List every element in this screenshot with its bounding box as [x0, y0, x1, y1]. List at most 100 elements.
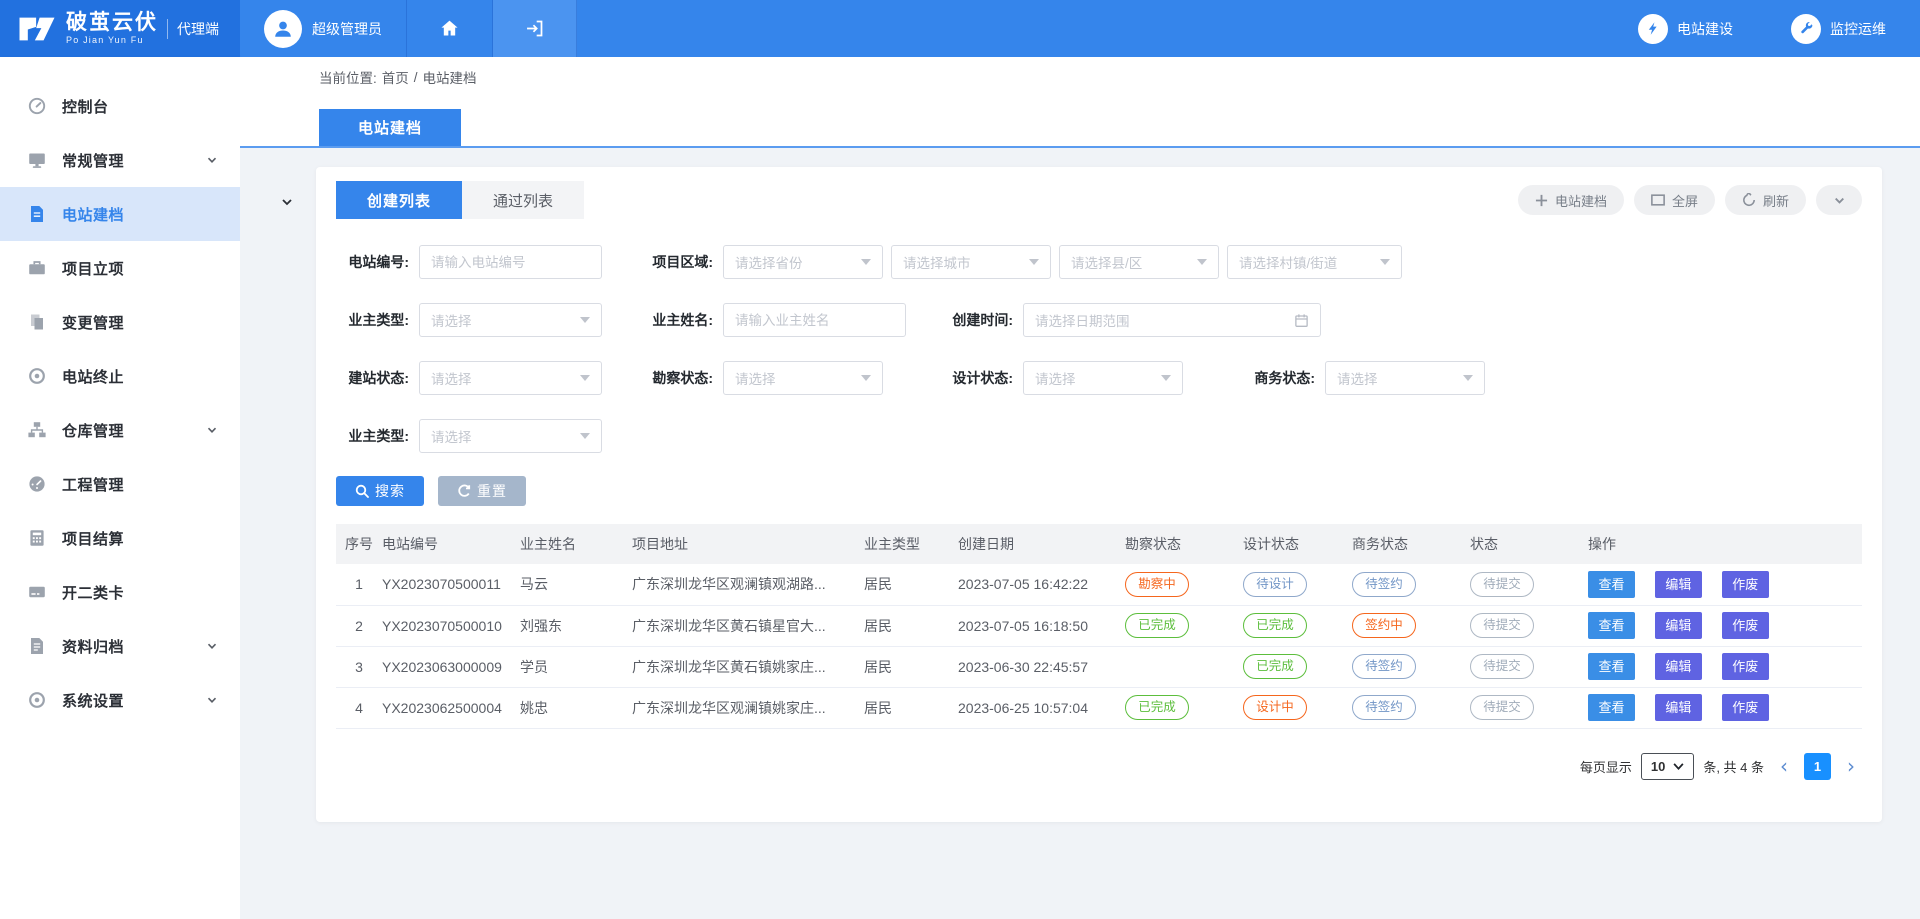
station-table: 序号 电站编号 业主姓名 项目地址 业主类型 创建日期 勘察状态 设计状态 商务… — [336, 524, 1862, 729]
sidebar-item-change-mgmt[interactable]: 变更管理 — [0, 295, 240, 349]
brand-subtitle: Po Jian Yun Fu — [66, 36, 158, 45]
design-status-select[interactable]: 请选择 — [1023, 361, 1183, 395]
prev-page-icon[interactable]: ‹ — [1773, 756, 1795, 776]
sidebar-item-console[interactable]: 控制台 — [0, 79, 240, 133]
sidebar: 控制台 常规管理 电站建档 项目立项 — [0, 57, 240, 919]
sidebar-item-station-archive[interactable]: 电站建档 — [0, 187, 240, 241]
build-status-select[interactable]: 请选择 — [419, 361, 602, 395]
station-code-label: 电站编号: — [336, 252, 409, 272]
tab-passed-list[interactable]: 通过列表 — [462, 181, 584, 219]
topbar: 破茧云伏 Po Jian Yun Fu 代理端 超级管理员 — [0, 0, 1920, 57]
logout-icon — [524, 18, 545, 39]
select-caret-icon — [861, 259, 871, 265]
station-code-input[interactable] — [419, 245, 602, 279]
select-caret-icon — [580, 433, 590, 439]
survey-status-badge: 勘察中 — [1125, 572, 1189, 597]
sidebar-item-station-terminate[interactable]: 电站终止 — [0, 349, 240, 403]
date-range-picker[interactable]: 请选择日期范围 — [1023, 303, 1321, 337]
province-select[interactable]: 请选择省份 — [723, 245, 883, 279]
select-caret-icon — [580, 317, 590, 323]
edit-button[interactable]: 编辑 — [1655, 653, 1702, 680]
select-caret-icon — [861, 375, 871, 381]
village-select[interactable]: 请选择村镇/街道 — [1227, 245, 1402, 279]
select-caret-icon — [1380, 259, 1390, 265]
list-panel: 创建列表 通过列表 电站建档 全屏 — [316, 167, 1882, 822]
page-number[interactable]: 1 — [1804, 753, 1831, 780]
edit-button[interactable]: 编辑 — [1655, 571, 1702, 598]
business-status-badge: 待签约 — [1352, 695, 1416, 720]
create-station-button[interactable]: 电站建档 — [1518, 185, 1624, 215]
panel-tabs: 创建列表 通过列表 — [336, 181, 584, 219]
void-button[interactable]: 作废 — [1722, 571, 1769, 598]
plus-icon — [1535, 194, 1548, 207]
sidebar-item-general-mgmt[interactable]: 常规管理 — [0, 133, 240, 187]
table-row: 2 YX2023070500010 刘强东 广东深圳龙华区黄石镇星官大... 居… — [336, 605, 1862, 646]
reset-icon — [457, 484, 471, 498]
select-caret-icon — [580, 375, 590, 381]
sidebar-item-data-archive[interactable]: 资料归档 — [0, 619, 240, 673]
reset-button[interactable]: 重置 — [438, 476, 526, 506]
design-status-badge: 已完成 — [1243, 654, 1307, 679]
view-button[interactable]: 查看 — [1588, 612, 1635, 639]
edit-button[interactable]: 编辑 — [1655, 694, 1702, 721]
fullscreen-button[interactable]: 全屏 — [1634, 185, 1715, 215]
document-icon — [27, 204, 47, 224]
void-button[interactable]: 作废 — [1722, 612, 1769, 639]
chevron-down-icon — [206, 694, 218, 706]
owner-type2-select[interactable]: 请选择 — [419, 419, 602, 453]
breadcrumb-home[interactable]: 首页 — [382, 67, 409, 87]
brand-logo[interactable]: 破茧云伏 Po Jian Yun Fu 代理端 — [0, 0, 240, 57]
view-button[interactable]: 查看 — [1588, 694, 1635, 721]
search-button[interactable]: 搜索 — [336, 476, 424, 506]
page-tab-station-archive[interactable]: 电站建档 — [319, 109, 461, 146]
main-content: 当前位置: 首页 / 电站建档 电站建档 创建列表 通过列表 — [240, 57, 1920, 919]
status-badge: 待提交 — [1470, 572, 1534, 597]
per-page-select[interactable]: 10 — [1641, 753, 1694, 780]
pagination: 每页显示 10 条, 共 4 条 ‹ 1 › — [336, 753, 1862, 780]
select-caret-icon — [1161, 375, 1171, 381]
tab-create-list[interactable]: 创建列表 — [336, 181, 462, 219]
sidebar-item-warehouse-mgmt[interactable]: 仓库管理 — [0, 403, 240, 457]
void-button[interactable]: 作废 — [1722, 694, 1769, 721]
logout-button[interactable] — [493, 0, 577, 57]
per-page-label: 每页显示 — [1580, 757, 1632, 776]
next-page-icon[interactable]: › — [1840, 756, 1862, 776]
breadcrumb-label: 当前位置: — [319, 67, 377, 87]
owner-name-input[interactable] — [723, 303, 906, 337]
design-status-label: 设计状态: — [940, 368, 1013, 388]
home-button[interactable] — [407, 0, 493, 57]
breadcrumb: 当前位置: 首页 / 电站建档 — [240, 57, 1920, 97]
user-menu[interactable]: 超级管理员 — [240, 0, 407, 57]
sidebar-item-open-type2-card[interactable]: 开二类卡 — [0, 565, 240, 619]
panel-toolbar: 电站建档 全屏 刷新 — [1518, 185, 1862, 215]
owner-type-select[interactable]: 请选择 — [419, 303, 602, 337]
status-badge: 待提交 — [1470, 613, 1534, 638]
refresh-icon — [1742, 193, 1756, 207]
nav-station-build[interactable]: 电站建设 — [1638, 14, 1733, 44]
nav-monitor-ops[interactable]: 监控运维 — [1791, 14, 1886, 44]
city-select[interactable]: 请选择城市 — [891, 245, 1051, 279]
monitor-icon — [27, 150, 47, 170]
county-select[interactable]: 请选择县/区 — [1059, 245, 1219, 279]
sidebar-item-project-settlement[interactable]: 项目结算 — [0, 511, 240, 565]
design-status-badge: 设计中 — [1243, 695, 1307, 720]
design-status-badge: 已完成 — [1243, 613, 1307, 638]
void-button[interactable]: 作废 — [1722, 653, 1769, 680]
business-status-select[interactable]: 请选择 — [1325, 361, 1485, 395]
edit-button[interactable]: 编辑 — [1655, 612, 1702, 639]
avatar — [264, 10, 302, 48]
nav-monitor-ops-label: 监控运维 — [1830, 19, 1886, 39]
collapse-chevron-icon[interactable] — [280, 195, 294, 214]
sidebar-item-engineering-mgmt[interactable]: 工程管理 — [0, 457, 240, 511]
business-status-badge: 签约中 — [1352, 613, 1416, 638]
sidebar-item-system-settings[interactable]: 系统设置 — [0, 673, 240, 727]
view-button[interactable]: 查看 — [1588, 571, 1635, 598]
view-button[interactable]: 查看 — [1588, 653, 1635, 680]
survey-status-label: 勘察状态: — [640, 368, 713, 388]
collapse-panel-button[interactable] — [1816, 185, 1862, 215]
refresh-button[interactable]: 刷新 — [1725, 185, 1806, 215]
sidebar-item-project-approval[interactable]: 项目立项 — [0, 241, 240, 295]
region-label: 项目区域: — [640, 252, 713, 272]
total-count-label: 条, 共 4 条 — [1703, 757, 1764, 776]
survey-status-select[interactable]: 请选择 — [723, 361, 883, 395]
